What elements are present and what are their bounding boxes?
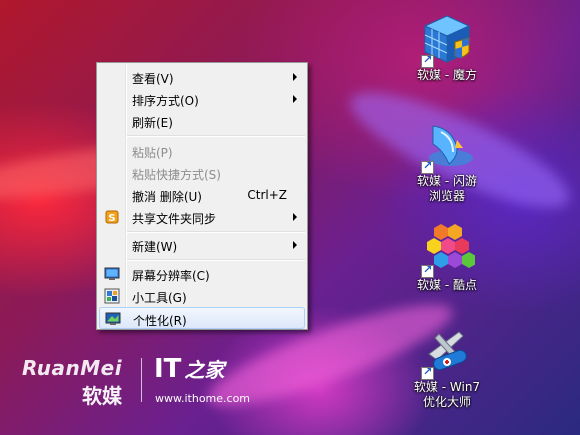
menu-item-sort-by[interactable]: 排序方式(O) <box>99 88 305 110</box>
menu-item-refresh[interactable]: 刷新(E) <box>99 110 305 132</box>
menu-item-gadgets[interactable]: 小工具(G) <box>99 285 305 307</box>
desktop-icon-label: 软媒 - Win7 <box>413 380 481 394</box>
menu-item-view[interactable]: 查看(V) <box>99 66 305 88</box>
menu-item-paste[interactable]: 粘贴(P) <box>99 140 305 162</box>
site-url: www.ithome.com <box>155 392 251 405</box>
submenu-arrow-icon <box>293 213 297 221</box>
menu-separator <box>127 135 305 137</box>
shortcut-arrow-icon <box>421 263 434 278</box>
hexagon-cluster-icon <box>419 222 476 278</box>
desktop-icon-label: 软媒 - 闪游 <box>417 174 477 188</box>
desktop-icon-shanyou[interactable]: 软媒 - 闪游 浏览器 <box>402 118 492 204</box>
ruanmei-logo-cn: 软媒 <box>82 384 122 408</box>
rubiks-cube-icon <box>419 12 475 68</box>
menu-item-paste-shortcut[interactable]: 粘贴快捷方式(S) <box>99 162 305 184</box>
menu-item-screen-resolution[interactable]: 屏幕分辨率(C) <box>99 263 305 285</box>
menu-separator <box>127 259 305 261</box>
shortcut-arrow-icon <box>421 159 434 174</box>
swiss-knife-icon <box>419 324 475 380</box>
menu-item-label: 刷新(E) <box>132 116 173 130</box>
ithome-logo-cn: 之家 <box>184 358 225 382</box>
menu-item-label: 查看(V) <box>132 72 174 86</box>
sync-folder-icon: S <box>104 209 120 225</box>
desktop-wallpaper[interactable]: 软媒 - 魔方 软媒 - 闪游 浏览器 <box>0 0 580 435</box>
menu-item-label: 个性化(R) <box>133 314 187 328</box>
submenu-arrow-icon <box>293 241 297 249</box>
desktop-icon-label-line2: 浏览器 <box>428 189 465 203</box>
menu-item-undo-delete[interactable]: 撤消 删除(U) Ctrl+Z <box>99 184 305 206</box>
menu-item-label: 屏幕分辨率(C) <box>132 269 210 283</box>
menu-item-label: 小工具(G) <box>132 291 187 305</box>
menu-item-label: 共享文件夹同步 <box>132 212 217 226</box>
desktop-icon-kudian[interactable]: 软媒 - 酷点 <box>402 222 492 293</box>
menu-item-label: 粘贴快捷方式(S) <box>132 168 221 182</box>
submenu-arrow-icon <box>293 95 297 103</box>
gadgets-icon <box>104 288 120 304</box>
browser-icon <box>419 118 475 174</box>
submenu-arrow-icon <box>293 73 297 81</box>
ithome-logo: IT 之家 <box>154 354 224 384</box>
menu-separator <box>127 231 305 233</box>
menu-item-new[interactable]: 新建(W) <box>99 234 305 256</box>
menu-item-label: 粘贴(P) <box>132 146 173 160</box>
shortcut-arrow-icon <box>421 365 434 380</box>
menu-item-label: 新建(W) <box>132 240 178 254</box>
desktop-icon-win7-master[interactable]: 软媒 - Win7 优化大师 <box>402 324 492 410</box>
menu-item-label: 排序方式(O) <box>132 94 199 108</box>
menu-item-shared-folder-sync[interactable]: S 共享文件夹同步 <box>99 206 305 228</box>
desktop-icon-mofang[interactable]: 软媒 - 魔方 <box>402 12 492 83</box>
personalize-icon <box>105 311 121 327</box>
shortcut-arrow-icon <box>421 53 434 68</box>
menu-item-personalize[interactable]: 个性化(R) <box>99 307 305 329</box>
desktop-context-menu: 查看(V) 排序方式(O) 刷新(E) 粘贴(P) 粘贴快捷方式(S) 撤消 删… <box>96 62 308 330</box>
desktop-icon-label-line2: 优化大师 <box>422 395 471 409</box>
desktop-icon-label: 软媒 - 魔方 <box>417 68 477 82</box>
desktop-icon-label: 软媒 - 酷点 <box>417 278 477 292</box>
svg-text:S: S <box>108 213 115 224</box>
ruanmei-logo-latin: RuanMei <box>22 356 123 380</box>
menu-item-label: 撤消 删除(U) <box>132 190 202 204</box>
menu-item-shortcut: Ctrl+Z <box>247 188 287 202</box>
logo-divider <box>141 358 142 402</box>
ithome-logo-it: IT <box>154 354 182 384</box>
display-icon <box>104 266 120 282</box>
